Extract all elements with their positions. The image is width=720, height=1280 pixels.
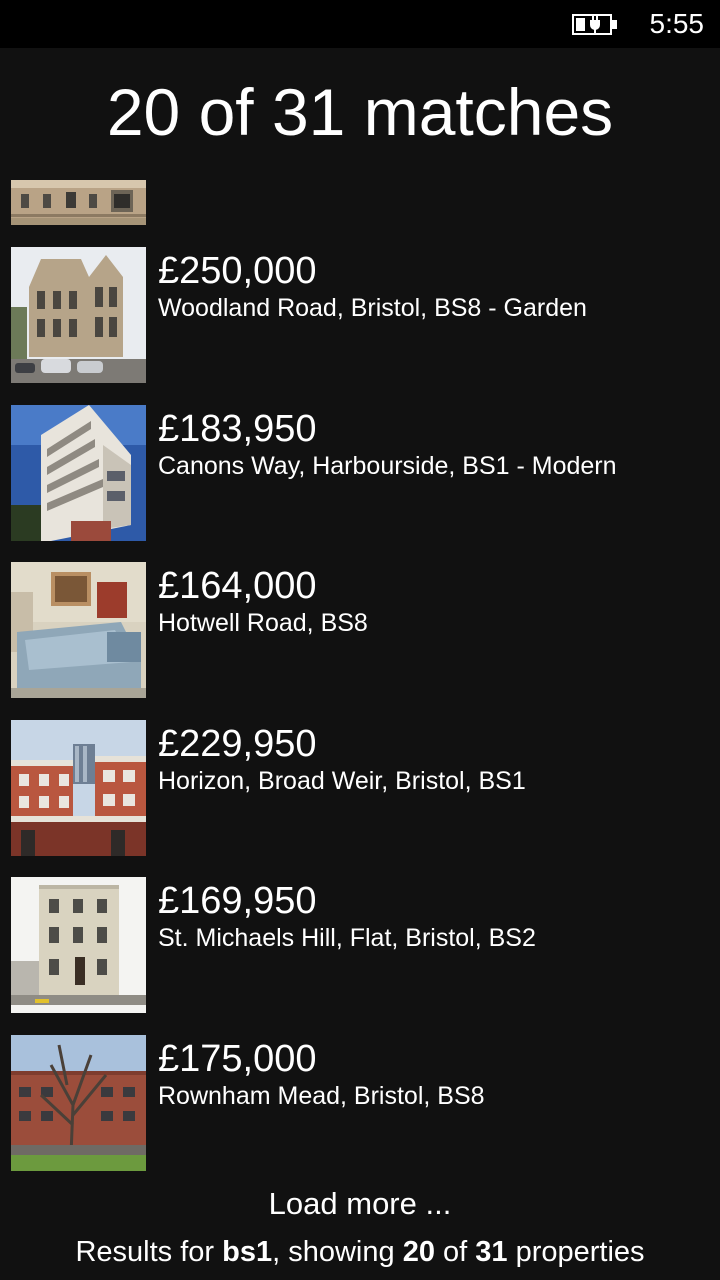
load-more-button[interactable]: Load more ... <box>0 1186 720 1222</box>
listing-address: Woodland Road, Bristol, BS8 - Garden <box>158 294 587 322</box>
listing-item[interactable]: £169,950 St. Michaels Hill, Flat, Bristo… <box>0 877 720 1013</box>
listing-price: £250,000 <box>158 250 317 292</box>
battery-charging-icon <box>572 12 618 36</box>
total-count: 31 <box>475 1236 508 1268</box>
listing-address: St. Michaels Hill, Flat, Bristol, BS2 <box>158 924 536 952</box>
listing-price: £183,950 <box>158 408 317 450</box>
listing-item[interactable]: £229,950 Horizon, Broad Weir, Bristol, B… <box>0 720 720 856</box>
listing-address: Hotwell Road, BS8 <box>158 609 368 637</box>
results-of: of <box>434 1236 476 1268</box>
listing-thumbnail-partial[interactable] <box>11 180 146 225</box>
search-query: bs1 <box>222 1236 273 1268</box>
listing-thumbnail[interactable] <box>11 877 146 1013</box>
results-middle: , showing <box>272 1236 403 1268</box>
listing-price: £169,950 <box>158 880 317 922</box>
listing-item[interactable]: £175,000 Rownham Mead, Bristol, BS8 <box>0 1035 720 1171</box>
listing-thumbnail[interactable] <box>11 405 146 541</box>
listing-thumbnail[interactable] <box>11 720 146 856</box>
results-prefix: Results for <box>75 1236 223 1268</box>
listing-address: Rownham Mead, Bristol, BS8 <box>158 1082 485 1110</box>
listing-thumbnail[interactable] <box>11 1035 146 1171</box>
listing-price: £164,000 <box>158 565 317 607</box>
listing-thumbnail[interactable] <box>11 247 146 383</box>
listing-address: Canons Way, Harbourside, BS1 - Modern <box>158 452 617 480</box>
listing-item[interactable]: £250,000 Woodland Road, Bristol, BS8 - G… <box>0 247 720 383</box>
listing-thumbnail[interactable] <box>11 562 146 698</box>
results-suffix: properties <box>507 1236 645 1268</box>
listing-item[interactable]: £183,950 Canons Way, Harbourside, BS1 - … <box>0 405 720 541</box>
results-summary: Results for bs1, showing 20 of 31 proper… <box>0 1234 720 1270</box>
status-time: 5:55 <box>649 8 705 39</box>
page-title: 20 of 31 matches <box>106 75 614 149</box>
shown-count: 20 <box>402 1236 435 1268</box>
listing-price: £175,000 <box>158 1038 317 1080</box>
listing-price: £229,950 <box>158 723 317 765</box>
listing-item[interactable]: £164,000 Hotwell Road, BS8 <box>0 562 720 698</box>
status-bar: 5:55 <box>0 0 720 48</box>
listing-address: Horizon, Broad Weir, Bristol, BS1 <box>158 767 526 795</box>
